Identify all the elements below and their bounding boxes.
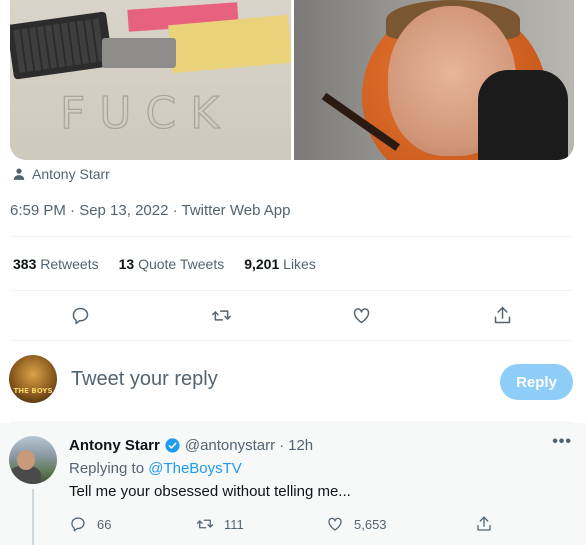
share-icon: [477, 516, 491, 531]
magazine-yellow: [168, 14, 291, 74]
tweet-stats: 383 Retweets 13 Quote Tweets 9,201 Likes: [13, 256, 316, 272]
like-button[interactable]: 5,653: [326, 515, 387, 533]
reply-tweet-actions: 66 111 5,653: [69, 513, 573, 535]
reply-count: 66: [97, 516, 112, 532]
reply-tweet-text: Tell me your obsessed without telling me…: [69, 483, 351, 500]
avatar[interactable]: THE BOYS: [9, 355, 57, 403]
basketball-face-photo[interactable]: [293, 0, 574, 160]
thread-line: [32, 489, 34, 545]
share-button[interactable]: [475, 515, 493, 533]
reply-icon: [71, 517, 85, 532]
retweet-button[interactable]: [206, 300, 236, 330]
avatar-head: [17, 450, 35, 470]
replying-prefix: Replying to: [69, 460, 145, 477]
tweet-time[interactable]: 12h: [288, 437, 313, 454]
like-icon: [328, 517, 342, 531]
reply-input[interactable]: [71, 368, 451, 391]
like-button[interactable]: [347, 300, 377, 330]
tagged-user[interactable]: Antony Starr: [12, 166, 110, 182]
reply-tweet[interactable]: Antony Starr @antonystarr · 12h ••• Repl…: [0, 423, 586, 545]
game-console: [102, 38, 176, 68]
verified-badge-icon: [164, 437, 181, 454]
divider: [10, 236, 573, 237]
divider: [10, 340, 573, 341]
tweet-media: FUCK: [10, 0, 574, 160]
divider: [10, 290, 573, 291]
retweet-count: 111: [224, 516, 244, 532]
more-options-icon[interactable]: •••: [552, 433, 572, 451]
retweet-icon: [196, 519, 214, 529]
reply-button[interactable]: 66: [69, 515, 111, 533]
avatar[interactable]: [9, 436, 57, 484]
quotes-label: Quote Tweets: [138, 256, 225, 272]
person-icon: [13, 168, 25, 180]
retweets-label: Retweets: [40, 256, 99, 272]
reply-button[interactable]: [65, 300, 95, 330]
tweet-actions: [10, 300, 573, 330]
likes-stat[interactable]: 9,201 Likes: [244, 256, 316, 272]
share-icon: [494, 306, 511, 323]
desk-photo[interactable]: FUCK: [10, 0, 291, 160]
like-icon: [354, 307, 370, 323]
retweets-count: 383: [13, 256, 37, 272]
quotes-stat[interactable]: 13 Quote Tweets: [119, 256, 225, 272]
author-handle[interactable]: @antonystarr: [185, 437, 275, 454]
reply-composer: THE BOYS Reply: [0, 342, 586, 422]
likes-count: 9,201: [244, 256, 280, 272]
tagged-user-name: Antony Starr: [32, 166, 110, 182]
chair: [478, 70, 568, 160]
retweets-stat[interactable]: 383 Retweets: [13, 256, 99, 272]
retweet-icon: [211, 309, 231, 321]
reply-icon: [72, 307, 89, 324]
keyboard: [10, 11, 114, 80]
likes-label: Likes: [283, 256, 316, 272]
avatar-art: THE BOYS: [13, 387, 53, 395]
like-count: 5,653: [354, 516, 387, 532]
replying-to: Replying to @TheBoysTV: [69, 460, 242, 477]
reply-tweet-header: Antony Starr @antonystarr · 12h: [69, 437, 313, 454]
retweet-button[interactable]: 111: [196, 515, 244, 533]
replying-handle-link[interactable]: @TheBoysTV: [148, 460, 242, 477]
dust-writing: FUCK: [59, 87, 234, 139]
author-name[interactable]: Antony Starr: [69, 437, 160, 454]
tweet-timestamp[interactable]: 6:59 PM · Sep 13, 2022 · Twitter Web App: [10, 202, 290, 219]
quotes-count: 13: [118, 256, 135, 272]
reply-submit-button[interactable]: Reply: [500, 364, 573, 400]
separator-dot: ·: [279, 437, 285, 454]
share-button[interactable]: [488, 300, 518, 330]
